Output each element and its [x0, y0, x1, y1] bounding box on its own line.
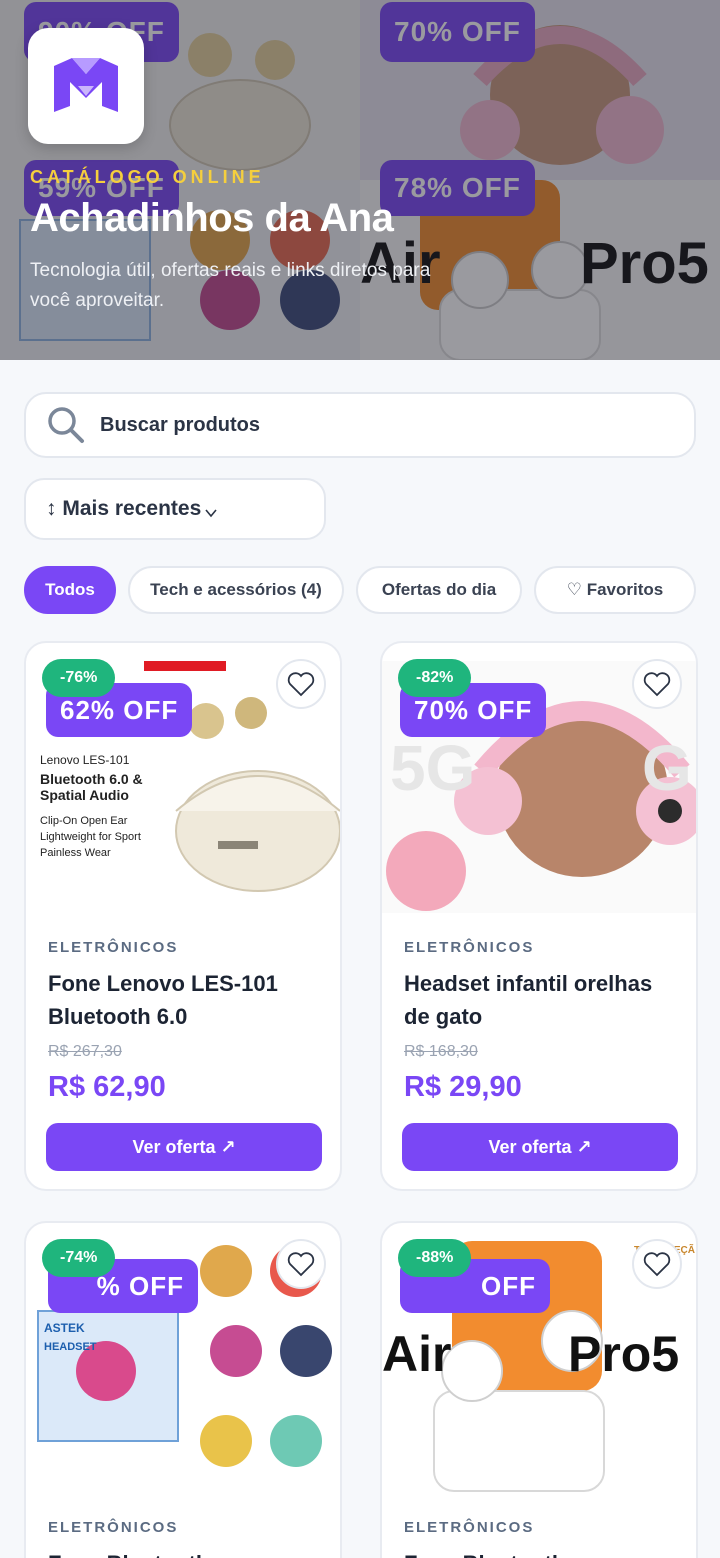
product-price: R$ 62,90 [48, 1071, 166, 1103]
image-caption: Lenovo LES-101 Bluetooth 6.0 & Spatial A… [40, 753, 143, 859]
filter-chip-todos[interactable]: Todos [24, 566, 116, 614]
search-input[interactable] [100, 413, 660, 437]
favorite-button[interactable] [632, 1239, 682, 1289]
image-watermark-left: 5G [390, 732, 476, 804]
page-title: Achadinhos da Ana [30, 196, 394, 240]
product-card[interactable]: ASTEK HEADSET % OFF -74% ELETRÔNICOS Fon… [24, 1221, 342, 1558]
heart-icon [643, 1252, 671, 1277]
search-icon [48, 407, 84, 443]
image-brand: ASTEK [44, 1321, 85, 1335]
brand-logo[interactable] [28, 28, 144, 144]
product-name[interactable]: Fone Bluetooth [48, 1547, 318, 1558]
search-bar[interactable] [24, 392, 696, 458]
m-logo-icon [54, 58, 118, 112]
view-offer-button[interactable]: Ver oferta ↗ [402, 1123, 678, 1171]
hero-kicker: CATÁLOGO ONLINE [30, 167, 265, 187]
product-card[interactable]: 62% OFF Lenovo LES-101 Bluetooth 6.0 & S… [24, 641, 342, 1191]
image-brand-suffix: Pro5 [568, 1326, 680, 1382]
product-old-price: R$ 267,30 [48, 1043, 122, 1060]
filter-chips: Todos Tech e acessórios (4) Ofertas do d… [24, 566, 696, 614]
product-price: R$ 29,90 [404, 1071, 522, 1103]
product-name[interactable]: Fone Bluetooth [404, 1547, 674, 1558]
product-category: ELETRÔNICOS [48, 1519, 179, 1536]
heart-icon [643, 672, 671, 697]
heart-icon [287, 672, 315, 697]
discount-badge: -76% [42, 659, 116, 697]
image-caption: HEADSET [44, 1341, 97, 1353]
image-watermark-right: G [642, 732, 692, 804]
view-offer-button[interactable]: Ver oferta ↗ [46, 1123, 322, 1171]
filter-chip-tech[interactable]: Tech e acessórios (4) [128, 566, 344, 614]
product-card[interactable]: 5G G 70% OFF -82% ELETRÔNICOS Headset in… [380, 641, 698, 1191]
favorite-button[interactable] [632, 659, 682, 709]
discount-badge: -74% [42, 1239, 116, 1277]
chevron-down-icon [205, 500, 217, 524]
sort-select[interactable]: ↕ Mais recentes [24, 478, 326, 540]
discount-badge: -88% [398, 1239, 472, 1277]
favorite-button[interactable] [276, 659, 326, 709]
heart-icon [287, 1252, 315, 1277]
product-category: ELETRÔNICOS [404, 939, 535, 956]
image-brand-prefix: Air [382, 1326, 452, 1382]
product-card[interactable]: Air Pro5 TOPSELEÇÃ OFF -88% ELETRÔNICOS … [380, 1221, 698, 1558]
filter-chip-ofertas[interactable]: Ofertas do dia [356, 566, 522, 614]
favorite-button[interactable] [276, 1239, 326, 1289]
product-category: ELETRÔNICOS [48, 939, 179, 956]
hero-subtitle: Tecnologia útil, ofertas reais e links d… [30, 260, 431, 311]
product-category: ELETRÔNICOS [404, 1519, 535, 1536]
discount-badge: -82% [398, 659, 472, 697]
product-name[interactable]: Headset infantil orelhas de gato [404, 967, 674, 1033]
product-old-price: R$ 168,30 [404, 1043, 478, 1060]
product-name[interactable]: Fone Lenovo LES-101 Bluetooth 6.0 [48, 967, 318, 1033]
sort-label: ↕ Mais recentes [46, 497, 202, 520]
filter-chip-favoritos[interactable]: ♡ Favoritos [534, 566, 696, 614]
hero-banner: Air Pro5 90% OFF 70% OFF 59% OFF 78% OFF… [0, 0, 720, 360]
